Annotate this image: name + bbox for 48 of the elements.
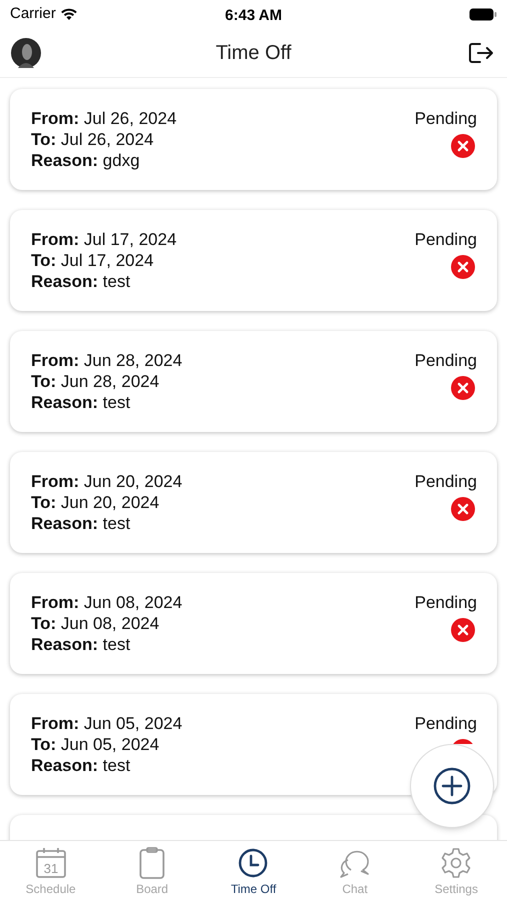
clipboard-icon [139, 847, 166, 879]
from-line: From: Jul 17, 2024 [31, 229, 177, 250]
from-line: From: Jun 28, 2024 [31, 350, 182, 371]
battery-icon [469, 8, 497, 20]
to-line: To: Jul 26, 2024 [31, 129, 155, 150]
plus-circle-icon [433, 767, 471, 805]
cancel-icon[interactable] [451, 618, 475, 642]
to-line: To: Jun 05, 2024 [31, 734, 160, 755]
cancel-icon[interactable] [451, 134, 475, 158]
reason-line: Reason: gdxg [31, 150, 141, 171]
reason-line: Reason: test [31, 755, 132, 776]
reason-line: Reason: test [31, 634, 132, 655]
status-text: Pending [414, 592, 477, 613]
status-text: Pending [414, 713, 477, 734]
to-line: To: Jun 28, 2024 [31, 371, 160, 392]
status-text: Pending [414, 108, 477, 129]
cancel-icon[interactable] [451, 376, 475, 400]
clock-text: 6:43 AM [225, 6, 282, 26]
status-text: Pending [414, 229, 477, 250]
from-line: From: Jun 20, 2024 [31, 471, 182, 492]
request-card[interactable]: From: Jun 20, 2024 To: Jun 20, 2024 Reason: test Pending [10, 452, 497, 553]
cancel-icon[interactable] [451, 497, 475, 521]
request-card[interactable]: From: Jul 26, 2024 To: Jul 26, 2024 Reason: gdxg Pending [10, 89, 497, 190]
cancel-icon[interactable] [451, 255, 475, 279]
from-line: From: Jul 26, 2024 [31, 108, 177, 129]
screen-title: Time Off [216, 40, 292, 66]
to-line: To: Jul 17, 2024 [31, 250, 155, 271]
to-line: To: Jun 20, 2024 [31, 492, 160, 513]
request-card[interactable]: From: Jun 05, 2024 To: Jun 05, 2024 Reason: test Pending [10, 694, 497, 795]
request-card[interactable]: From: Jun 28, 2024 To: Jun 28, 2024 Reason: test Pending [10, 331, 497, 432]
status-text: Pending [414, 350, 477, 371]
request-card[interactable]: From: Jul 17, 2024 To: Jul 17, 2024 Reason: test Pending [10, 210, 497, 311]
wifi-icon [60, 8, 78, 20]
carrier-text: Carrier [10, 4, 56, 24]
clock-icon [238, 847, 268, 879]
reason-line: Reason: test [31, 271, 132, 292]
settings-icon [440, 847, 472, 879]
calendar-icon: 31 [34, 847, 67, 879]
request-card[interactable]: From: Jun 08, 2024 To: Jun 08, 2024 Reason: test Pending [10, 573, 497, 674]
reason-line: Reason: test [31, 513, 132, 534]
logout-icon[interactable] [468, 40, 494, 64]
from-line: From: Jun 05, 2024 [31, 713, 182, 734]
tab[interactable]: Time Off [202, 841, 304, 900]
status-text: Pending [414, 471, 477, 492]
to-line: To: Jun 08, 2024 [31, 613, 160, 634]
reason-line: Reason: test [31, 392, 132, 413]
avatar[interactable] [11, 38, 41, 68]
from-line: From: Jun 08, 2024 [31, 592, 182, 613]
